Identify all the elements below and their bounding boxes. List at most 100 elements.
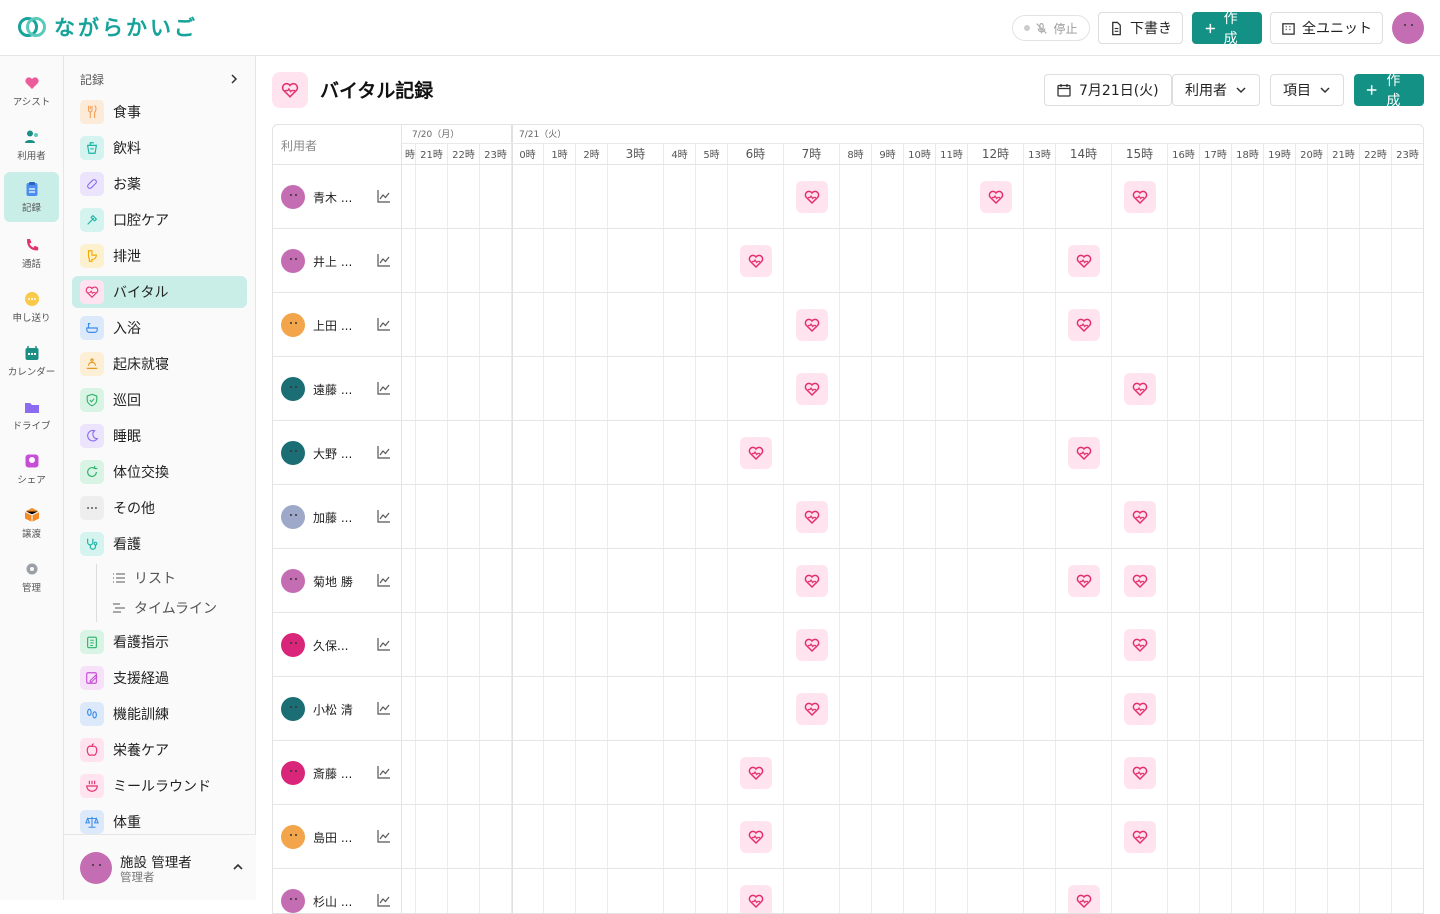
menu-item-8[interactable]: 巡回	[72, 384, 247, 416]
row-divider	[273, 868, 1423, 869]
chart-icon[interactable]	[377, 701, 391, 718]
rail-item-drive[interactable]: ドライブ	[4, 390, 59, 440]
vital-record-marker[interactable]	[1068, 565, 1100, 597]
vital-record-marker[interactable]	[740, 821, 772, 853]
current-user-panel[interactable]: 施設 管理者 管理者	[64, 834, 256, 900]
menu-item-1[interactable]: 飲料	[72, 132, 247, 164]
rail-item-transfer[interactable]: 譲渡	[4, 498, 59, 548]
sub-item-list[interactable]: リスト	[112, 566, 252, 590]
resident-row[interactable]: 青木 ...	[273, 165, 402, 229]
rail-item-calls[interactable]: 通話	[4, 228, 59, 278]
menu-item-after-0[interactable]: 看護指示	[72, 626, 247, 658]
chart-icon[interactable]	[377, 381, 391, 398]
vital-record-marker[interactable]	[796, 693, 828, 725]
rail-item-admin[interactable]: 管理	[4, 552, 59, 602]
date-picker[interactable]: 7月21日(火)	[1044, 74, 1172, 106]
resident-row[interactable]: 上田 ...	[273, 293, 402, 357]
vital-record-marker[interactable]	[1068, 309, 1100, 341]
vital-record-marker[interactable]	[796, 373, 828, 405]
menu-item-11[interactable]: その他	[72, 492, 247, 524]
rail-item-calendar[interactable]: カレンダー	[4, 336, 59, 386]
vital-record-marker[interactable]	[796, 629, 828, 661]
rail-label: 管理	[21, 582, 41, 594]
chart-icon[interactable]	[377, 253, 391, 270]
rail-item-assist[interactable]: アシスト	[4, 66, 59, 116]
unit-selector-button[interactable]: 全ユニット	[1270, 12, 1383, 44]
menu-header[interactable]: 記録	[80, 70, 240, 88]
account-avatar[interactable]	[1392, 12, 1424, 44]
brand-logo[interactable]: ながらかいご	[18, 12, 198, 42]
chart-icon[interactable]	[377, 189, 391, 206]
vital-record-marker[interactable]	[1124, 629, 1156, 661]
vital-record-marker[interactable]	[1124, 501, 1156, 533]
vital-record-marker[interactable]	[796, 309, 828, 341]
chart-icon[interactable]	[377, 893, 391, 910]
vital-record-marker[interactable]	[740, 757, 772, 789]
row-divider	[273, 420, 1423, 421]
menu-item-5[interactable]: バイタル	[72, 276, 247, 308]
menu-item-0[interactable]: 食事	[72, 96, 247, 128]
stop-recording-button[interactable]: 停止	[1012, 15, 1090, 41]
rail-item-share[interactable]: シェア	[4, 444, 59, 494]
vital-record-marker[interactable]	[1068, 245, 1100, 277]
menu-item-after-2[interactable]: 機能訓練	[72, 698, 247, 730]
rail-item-residents[interactable]: 利用者	[4, 120, 59, 170]
hour-gridline	[511, 165, 512, 913]
hour-gridline	[839, 165, 840, 913]
vital-record-marker[interactable]	[1068, 437, 1100, 469]
vital-record-marker[interactable]	[1124, 373, 1156, 405]
vital-record-marker[interactable]	[796, 181, 828, 213]
menu-item-7[interactable]: 起床就寝	[72, 348, 247, 380]
menu-item-after-4[interactable]: ミールラウンド	[72, 770, 247, 802]
chart-icon[interactable]	[377, 765, 391, 782]
menu-item-3[interactable]: 口腔ケア	[72, 204, 247, 236]
chart-icon[interactable]	[377, 317, 391, 334]
vital-record-marker[interactable]	[1124, 821, 1156, 853]
vital-record-marker[interactable]	[796, 501, 828, 533]
menu-item-2[interactable]: お薬	[72, 168, 247, 200]
menu-item-6[interactable]: 入浴	[72, 312, 247, 344]
menu-item-12[interactable]: 看護	[72, 528, 247, 560]
menu-item-4[interactable]: 排泄	[72, 240, 247, 272]
sub-item-timeline[interactable]: タイムライン	[112, 596, 252, 620]
resident-row[interactable]: 島田 ...	[273, 805, 402, 869]
menu-item-after-1[interactable]: 支援経過	[72, 662, 247, 694]
vital-record-marker[interactable]	[1124, 757, 1156, 789]
row-divider	[273, 612, 1423, 613]
vital-record-marker[interactable]	[740, 245, 772, 277]
rail-label: 通話	[21, 258, 41, 270]
resident-row[interactable]: 菊地 勝	[273, 549, 402, 613]
chart-icon[interactable]	[377, 573, 391, 590]
vital-record-marker[interactable]	[740, 437, 772, 469]
menu-item-10[interactable]: 体位交換	[72, 456, 247, 488]
resident-row[interactable]: 久保...	[273, 613, 402, 677]
resident-row[interactable]: 斎藤 ...	[273, 741, 402, 805]
vital-record-marker[interactable]	[1124, 181, 1156, 213]
resident-row[interactable]: 大野 ...	[273, 421, 402, 485]
vital-record-marker[interactable]	[1124, 565, 1156, 597]
item-filter[interactable]: 項目	[1270, 74, 1344, 106]
chart-icon[interactable]	[377, 509, 391, 526]
draft-button[interactable]: 下書き	[1098, 12, 1183, 44]
menu-item-9[interactable]: 睡眠	[72, 420, 247, 452]
resident-filter[interactable]: 利用者	[1172, 74, 1260, 106]
resident-row[interactable]: 杉山 ...	[273, 869, 402, 913]
menu-item-after-3[interactable]: 栄養ケア	[72, 734, 247, 766]
vital-record-marker[interactable]	[1124, 693, 1156, 725]
vital-record-marker[interactable]	[796, 565, 828, 597]
chart-icon[interactable]	[377, 637, 391, 654]
create-vital-button[interactable]: 作成	[1354, 73, 1424, 109]
hour-gridline	[1391, 165, 1392, 913]
chart-icon[interactable]	[377, 829, 391, 846]
resident-row[interactable]: 井上 ...	[273, 229, 402, 293]
hour-gridline	[447, 165, 448, 913]
resident-row[interactable]: 遠藤 ...	[273, 357, 402, 421]
resident-name: 斎藤 ...	[313, 766, 353, 781]
resident-row[interactable]: 加藤 ...	[273, 485, 402, 549]
resident-row[interactable]: 小松 清	[273, 677, 402, 741]
vital-record-marker[interactable]	[980, 181, 1012, 213]
chart-icon[interactable]	[377, 445, 391, 462]
rail-item-records[interactable]: 記録	[4, 172, 59, 222]
create-button[interactable]: 作成	[1192, 11, 1262, 47]
rail-item-handover[interactable]: 申し送り	[4, 282, 59, 332]
